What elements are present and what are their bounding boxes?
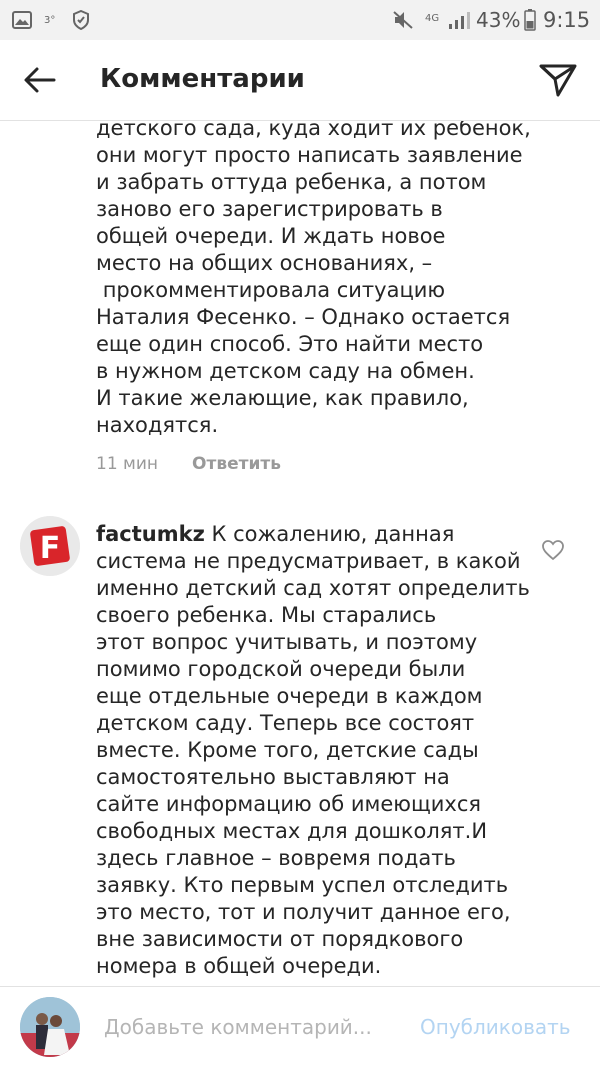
share-button[interactable] (538, 60, 578, 100)
comment-composer: Опубликовать (0, 986, 600, 1066)
arrow-left-icon (24, 67, 56, 93)
factumkz-logo-icon: F (20, 516, 80, 576)
battery-icon (524, 8, 536, 32)
gallery-icon (12, 8, 32, 32)
like-button[interactable] (541, 539, 565, 561)
comment-text: детского сада, куда ходит их ребенок, он… (96, 121, 531, 437)
network-type-text: 4G (425, 12, 440, 24)
mute-icon (392, 8, 414, 32)
publish-button[interactable]: Опубликовать (420, 1015, 571, 1039)
reply-button[interactable]: Ответить (192, 454, 281, 474)
status-bar: 3° 4G 43% 9:15 (0, 0, 600, 40)
comment-time: 11 мин (96, 454, 159, 474)
comment-body: factumkz К сожалению, данная система не … (96, 521, 530, 980)
paper-plane-icon (539, 64, 577, 97)
comment-input[interactable] (104, 1011, 394, 1043)
comment-meta: 11 мин Ответить (96, 454, 281, 474)
app-header: Комментарии (0, 40, 600, 121)
user-avatar (20, 997, 80, 1057)
temperature-text: 3° (44, 14, 56, 26)
signal-icon (448, 8, 472, 32)
shield-icon (72, 8, 90, 32)
battery-percent: 43% (476, 8, 521, 32)
heart-icon (542, 540, 564, 561)
avatar[interactable]: F (20, 516, 80, 576)
back-button[interactable] (22, 62, 58, 98)
svg-text:F: F (40, 531, 61, 566)
comment-text: К сожалению, данная система не предусмат… (96, 522, 530, 978)
comment-username[interactable]: factumkz (96, 522, 205, 546)
comments-list[interactable]: детского сада, куда ходит их ребенок, он… (0, 121, 600, 986)
clock-time: 9:15 (543, 8, 591, 32)
page-title: Комментарии (100, 64, 305, 94)
